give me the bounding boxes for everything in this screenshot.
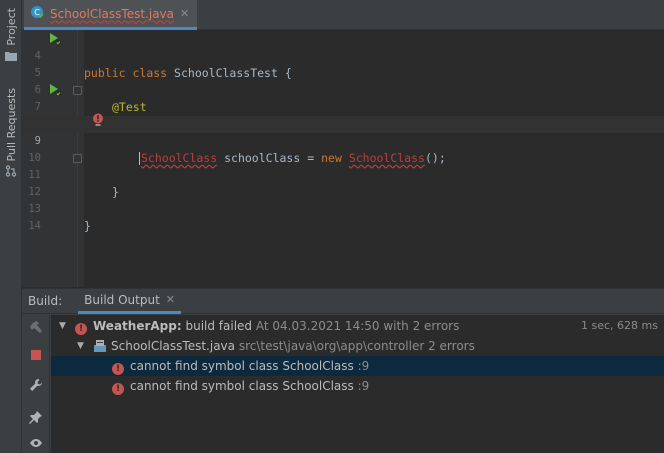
file-name: SchoolClassTest.java <box>111 339 235 353</box>
error-line: :9 <box>357 359 370 373</box>
code-line: 5 <box>22 48 664 79</box>
code-line: 4 public class SchoolClassTest { <box>22 31 664 80</box>
tab-label: SchoolClassTest.java <box>50 6 174 21</box>
view-button[interactable] <box>26 434 46 453</box>
error-icon: ! <box>75 316 87 336</box>
settings-button[interactable] <box>26 376 46 396</box>
tree-row-build-root[interactable]: ▼ ! WeatherApp: build failed At 04.03.20… <box>51 316 664 336</box>
left-tool-stripe: Project Pull Requests <box>0 0 22 453</box>
code-line: 10 <box>22 133 664 164</box>
error-message: cannot find symbol class SchoolClass <box>130 379 354 393</box>
pin-icon <box>29 410 43 427</box>
code-line: 8 <box>22 99 664 130</box>
code-line: 11 } <box>22 150 664 199</box>
error-bulb-icon[interactable] <box>92 113 104 130</box>
eye-icon <box>29 437 43 451</box>
file-error-count: 2 errors <box>428 339 475 353</box>
code-line: 12 <box>22 167 664 198</box>
pull-requests-label: Pull Requests <box>4 88 18 162</box>
error-line: :9 <box>357 379 370 393</box>
build-header: Build: Build Output ✕ <box>22 289 664 314</box>
build-tool-window: Build: Build Output ✕ ▼ ! WeatherApp: bu… <box>22 288 664 453</box>
error-icon: ! <box>112 376 124 396</box>
hammer-icon <box>29 320 43 337</box>
stop-icon <box>30 349 42 364</box>
tree-row-error[interactable]: ! cannot find symbol class SchoolClass :… <box>51 356 664 376</box>
build-title: Build: <box>28 294 63 308</box>
pull-request-icon <box>5 165 17 180</box>
build-detail: At 04.03.2021 14:50 with 2 errors <box>255 319 460 333</box>
wrench-icon <box>29 378 43 395</box>
file-path: src\test\java\org\app\controller <box>238 339 425 353</box>
run-test-icon[interactable] <box>48 32 62 49</box>
chevron-down-icon[interactable]: ▼ <box>77 336 84 356</box>
close-icon[interactable]: ✕ <box>166 293 175 306</box>
folder-icon <box>5 50 17 64</box>
tab-build-output[interactable]: Build Output ✕ <box>78 289 182 314</box>
code-line: 13 } <box>22 184 664 233</box>
run-test-icon[interactable] <box>48 83 62 100</box>
code-line: 7 void shouldBeAbleToAddChildrenToSchool… <box>22 82 664 131</box>
fold-toggle-icon[interactable] <box>73 86 82 95</box>
error-message: cannot find symbol class SchoolClass <box>130 359 354 373</box>
build-toolbar <box>22 315 50 453</box>
project-tool-button[interactable]: Project <box>0 8 22 64</box>
chevron-down-icon[interactable]: ▼ <box>59 316 66 336</box>
pin-button[interactable] <box>26 408 46 428</box>
tree-row-error[interactable]: ! cannot find symbol class SchoolClass :… <box>51 376 664 396</box>
code-line-current: 9 SchoolClass schoolClass = new SchoolCl… <box>22 116 664 165</box>
error-icon: ! <box>112 356 124 376</box>
line-number: 14 <box>28 220 41 232</box>
java-class-icon: C <box>30 5 44 22</box>
tree-row-file[interactable]: ▼ SchoolClassTest.java src\test\java\org… <box>51 336 664 356</box>
code-line: 14 <box>22 201 664 232</box>
fold-toggle-icon[interactable] <box>73 154 82 163</box>
code-editor[interactable]: 4 public class SchoolClassTest { 5 6 @Te… <box>22 30 664 287</box>
build-timing: 1 sec, 628 ms <box>581 319 658 332</box>
stop-button[interactable] <box>26 346 46 366</box>
close-icon[interactable]: ✕ <box>180 7 189 20</box>
editor-tab-bar: C SchoolClassTest.java ✕ <box>22 0 664 30</box>
build-output-tree[interactable]: ▼ ! WeatherApp: build failed At 04.03.20… <box>51 315 664 453</box>
code-line: 6 @Test <box>22 65 664 114</box>
code-brace: } <box>84 219 91 233</box>
build-project-name: WeatherApp: <box>93 319 182 333</box>
pull-requests-tool-button[interactable]: Pull Requests <box>0 88 22 180</box>
editor-tab-schoolclasstest[interactable]: C SchoolClassTest.java ✕ <box>24 0 198 30</box>
project-label: Project <box>4 8 18 46</box>
build-status: build failed <box>185 319 253 333</box>
rebuild-button[interactable] <box>26 318 46 338</box>
build-tab-label: Build Output <box>84 292 160 307</box>
